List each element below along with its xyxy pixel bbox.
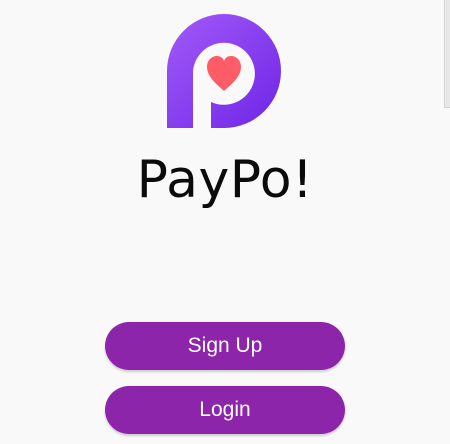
scroll-indicator[interactable] [444, 0, 450, 108]
app-title: PayPo! [136, 150, 314, 210]
sign-up-button[interactable]: Sign Up [105, 322, 345, 370]
app-logo-icon [165, 12, 283, 130]
heart-icon [207, 56, 241, 91]
login-button[interactable]: Login [105, 386, 345, 434]
